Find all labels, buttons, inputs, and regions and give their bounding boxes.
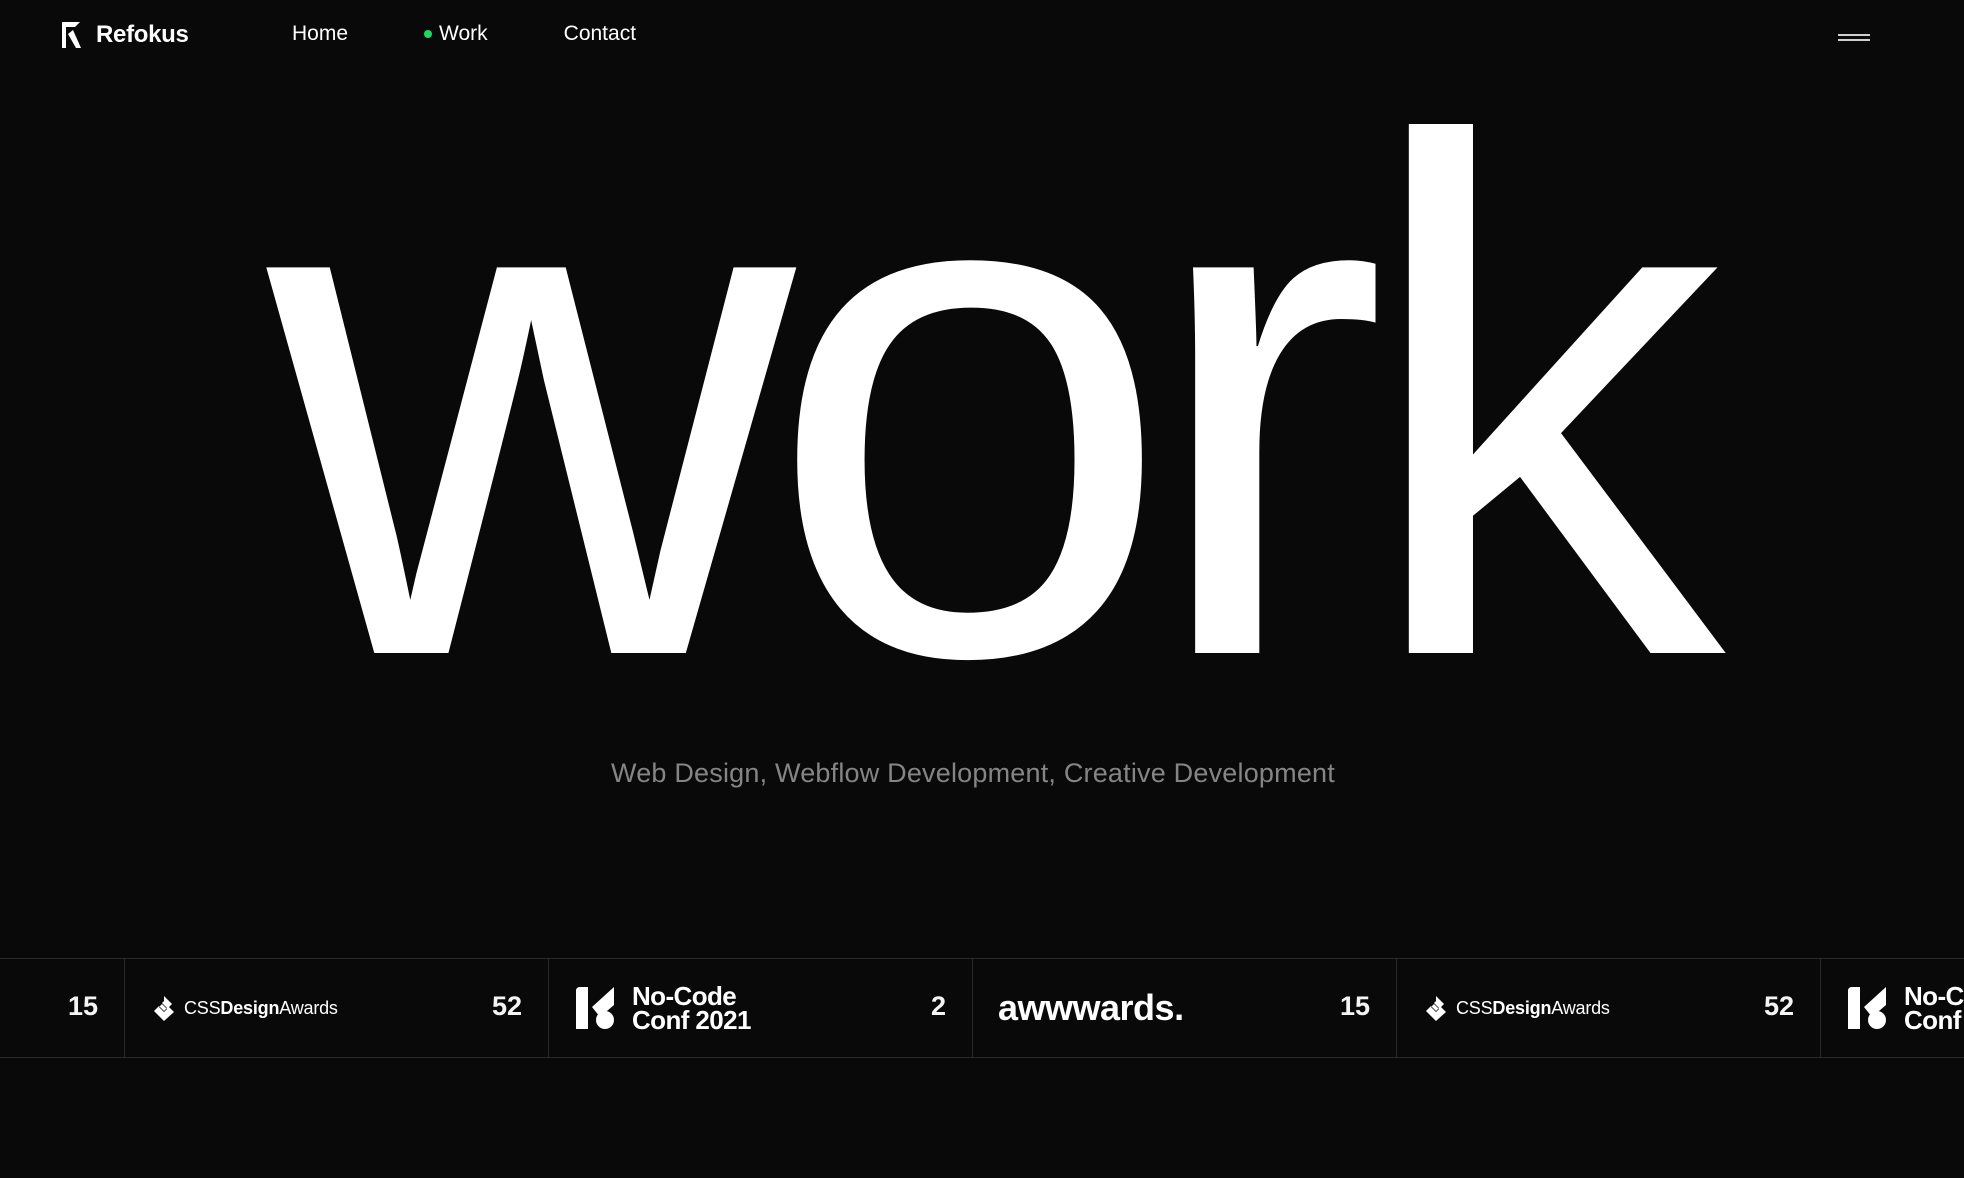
cssda-logo: CSSDesignAwards [150, 959, 338, 1057]
hero-subtitle: Web Design, Webflow Development, Creativ… [611, 758, 1335, 788]
awwwards-wordmark: awwwards. [998, 987, 1184, 1028]
award-count: 52 [1763, 991, 1794, 1021]
cssda-suffix: Awards [1551, 997, 1610, 1018]
award-count: 15 [1339, 991, 1370, 1021]
menu-line [1838, 34, 1870, 36]
award-count: 52 [491, 991, 522, 1021]
awards-strip: awwwards. 15 CSSDesignAwards 52 [0, 958, 1964, 1058]
nocode-logo: No-Code Conf 2021 [574, 959, 751, 1057]
award-card-cssda: CSSDesignAwards 52 [125, 959, 549, 1057]
award-card-awwwards: awwwards. 15 [973, 959, 1397, 1057]
cssda-strong: Design [1492, 997, 1552, 1018]
cssda-prefix: CSS [1456, 997, 1493, 1018]
cssda-diamond-icon [154, 996, 174, 1021]
nocode-line2: Conf 2021 [1904, 1005, 1964, 1035]
cssda-wordmark: CSSDesignAwards [184, 998, 338, 1019]
cssda-diamond-icon [1426, 996, 1446, 1021]
award-card-cssda: CSSDesignAwards 52 [1397, 959, 1821, 1057]
page: Refokus Home Work Contact work Web Desig… [0, 0, 1964, 1178]
cssda-strong: Design [220, 997, 280, 1018]
cssda-suffix: Awards [279, 997, 338, 1018]
awards-track: awwwards. 15 CSSDesignAwards 52 [0, 959, 1964, 1057]
nocode-logo: No-Code Conf 2021 [1846, 959, 1964, 1057]
award-count: 15 [67, 991, 98, 1021]
cssda-wordmark: CSSDesignAwards [1456, 998, 1610, 1019]
awwwards-logo: awwwards. [998, 959, 1184, 1057]
award-card-awwwards: awwwards. 15 [0, 959, 125, 1057]
award-card-nocode: No-Code Conf 2021 2 [1821, 959, 1964, 1057]
nocode-conf-icon [576, 987, 614, 1029]
cssda-prefix: CSS [184, 997, 221, 1018]
award-count: 2 [930, 991, 946, 1021]
cssda-logo: CSSDesignAwards [1422, 959, 1610, 1057]
nocode-line2: Conf 2021 [632, 1005, 751, 1035]
award-card-nocode: No-Code Conf 2021 2 [549, 959, 973, 1057]
nocode-conf-icon [1848, 987, 1886, 1029]
hero-title: work [267, 0, 1724, 808]
